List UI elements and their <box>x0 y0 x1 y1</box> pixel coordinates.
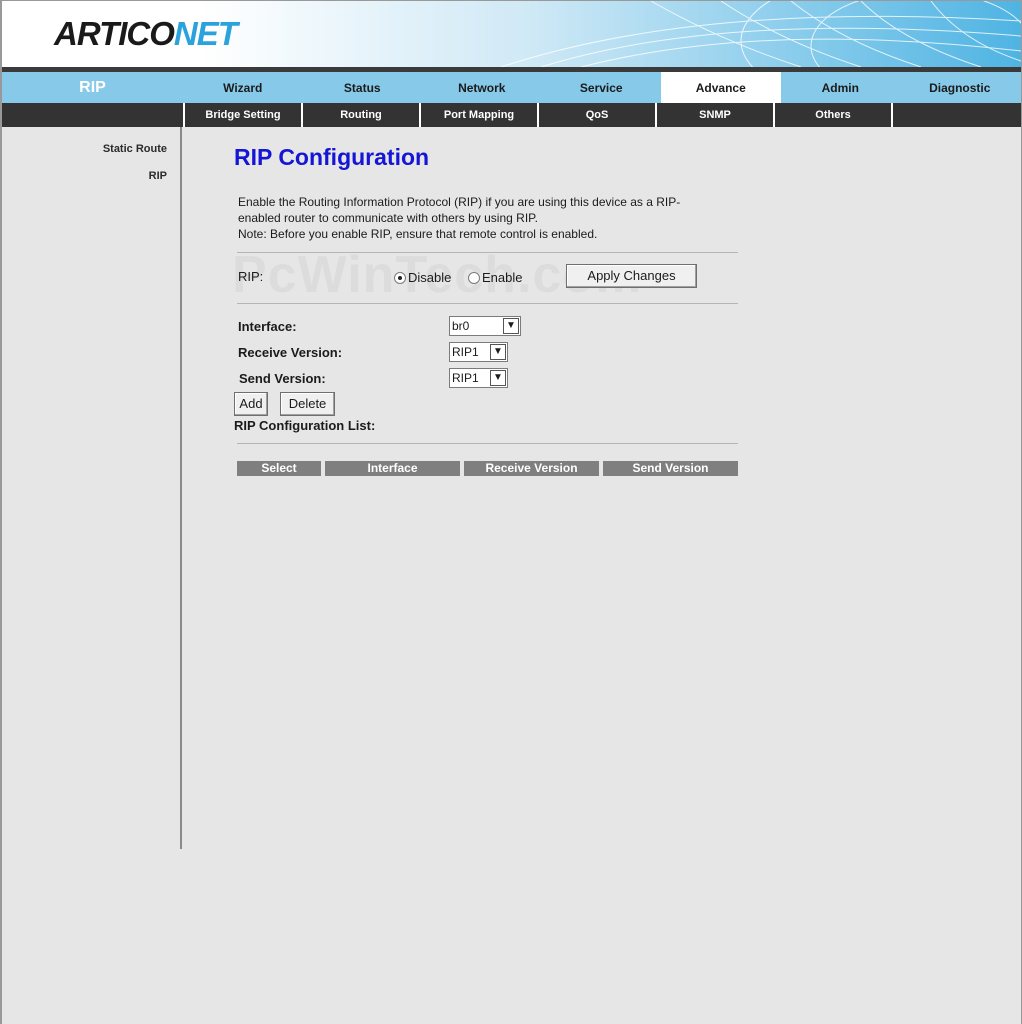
receive-version-label: Receive Version: <box>238 345 343 360</box>
divider <box>237 252 738 253</box>
description-line: enabled router to communicate with other… <box>238 211 538 225</box>
chevron-down-icon: ▼ <box>490 370 506 386</box>
section-title: RIP <box>79 79 106 96</box>
interface-select[interactable]: br0 ▼ <box>449 316 521 336</box>
divider <box>237 443 738 444</box>
receive-version-select[interactable]: RIP1 ▼ <box>449 342 508 362</box>
receive-version-value: RIP1 <box>452 345 479 359</box>
rip-enable-radio[interactable] <box>468 271 480 284</box>
subtab-others[interactable]: Others <box>773 103 891 127</box>
send-version-value: RIP1 <box>452 371 479 385</box>
rip-config-list-title: RIP Configuration List: <box>234 418 376 433</box>
rip-disable-label: Disable <box>408 270 452 285</box>
sub-nav: Bridge Setting Routing Port Mapping QoS … <box>2 103 1021 127</box>
sidebar-item-rip[interactable]: RIP <box>149 170 167 182</box>
send-version-label: Send Version: <box>239 371 326 386</box>
header-globe-graphic <box>201 1 1021 67</box>
chevron-down-icon: ▼ <box>490 344 506 360</box>
tab-wizard[interactable]: Wizard <box>183 72 303 103</box>
rip-enable-option[interactable]: Enable <box>468 270 522 285</box>
send-version-select[interactable]: RIP1 ▼ <box>449 368 508 388</box>
chevron-down-icon: ▼ <box>503 318 519 334</box>
description-note: Note: Before you enable RIP, ensure that… <box>238 227 598 241</box>
subtab-routing[interactable]: Routing <box>301 103 419 127</box>
add-button[interactable]: Add <box>234 392 268 416</box>
subnav-separator <box>891 103 893 127</box>
tab-network[interactable]: Network <box>422 72 542 103</box>
rip-config-table-header: Select Interface Receive Version Send Ve… <box>237 461 738 476</box>
articonet-logo: ARTICONET <box>54 15 238 52</box>
page-description: Enable the Routing Information Protocol … <box>238 194 738 242</box>
sidebar-item-static-route[interactable]: Static Route <box>103 143 167 155</box>
apply-changes-button[interactable]: Apply Changes <box>566 264 697 288</box>
column-header-receive-version: Receive Version <box>464 461 599 476</box>
tab-admin[interactable]: Admin <box>781 72 901 103</box>
main-nav: RIP Wizard Status Network Service Advanc… <box>2 72 1021 103</box>
delete-button[interactable]: Delete <box>280 392 335 416</box>
interface-label: Interface: <box>238 319 297 334</box>
subtab-port-mapping[interactable]: Port Mapping <box>419 103 537 127</box>
column-header-interface: Interface <box>325 461 460 476</box>
rip-disable-radio[interactable] <box>394 271 406 284</box>
rip-disable-option[interactable]: Disable <box>394 270 451 285</box>
description-line: Enable the Routing Information Protocol … <box>238 195 681 209</box>
tab-service[interactable]: Service <box>542 72 662 103</box>
subtab-snmp[interactable]: SNMP <box>655 103 773 127</box>
rip-enable-label: Enable <box>482 270 523 285</box>
rip-label: RIP: <box>238 269 264 284</box>
tab-status[interactable]: Status <box>303 72 423 103</box>
tab-diagnostic[interactable]: Diagnostic <box>900 72 1020 103</box>
column-header-select: Select <box>237 461 321 476</box>
header: ARTICONET <box>2 1 1021 67</box>
page-title: RIP Configuration <box>234 144 430 170</box>
tab-advance[interactable]: Advance <box>661 72 781 103</box>
subtab-bridge-setting[interactable]: Bridge Setting <box>183 103 301 127</box>
sidebar: Static Route RIP <box>2 127 182 849</box>
main-content: RIP Configuration Enable the Routing Inf… <box>184 127 1021 1024</box>
interface-select-value: br0 <box>452 319 470 333</box>
divider <box>237 303 738 304</box>
subtab-qos[interactable]: QoS <box>537 103 655 127</box>
column-header-send-version: Send Version <box>603 461 738 476</box>
